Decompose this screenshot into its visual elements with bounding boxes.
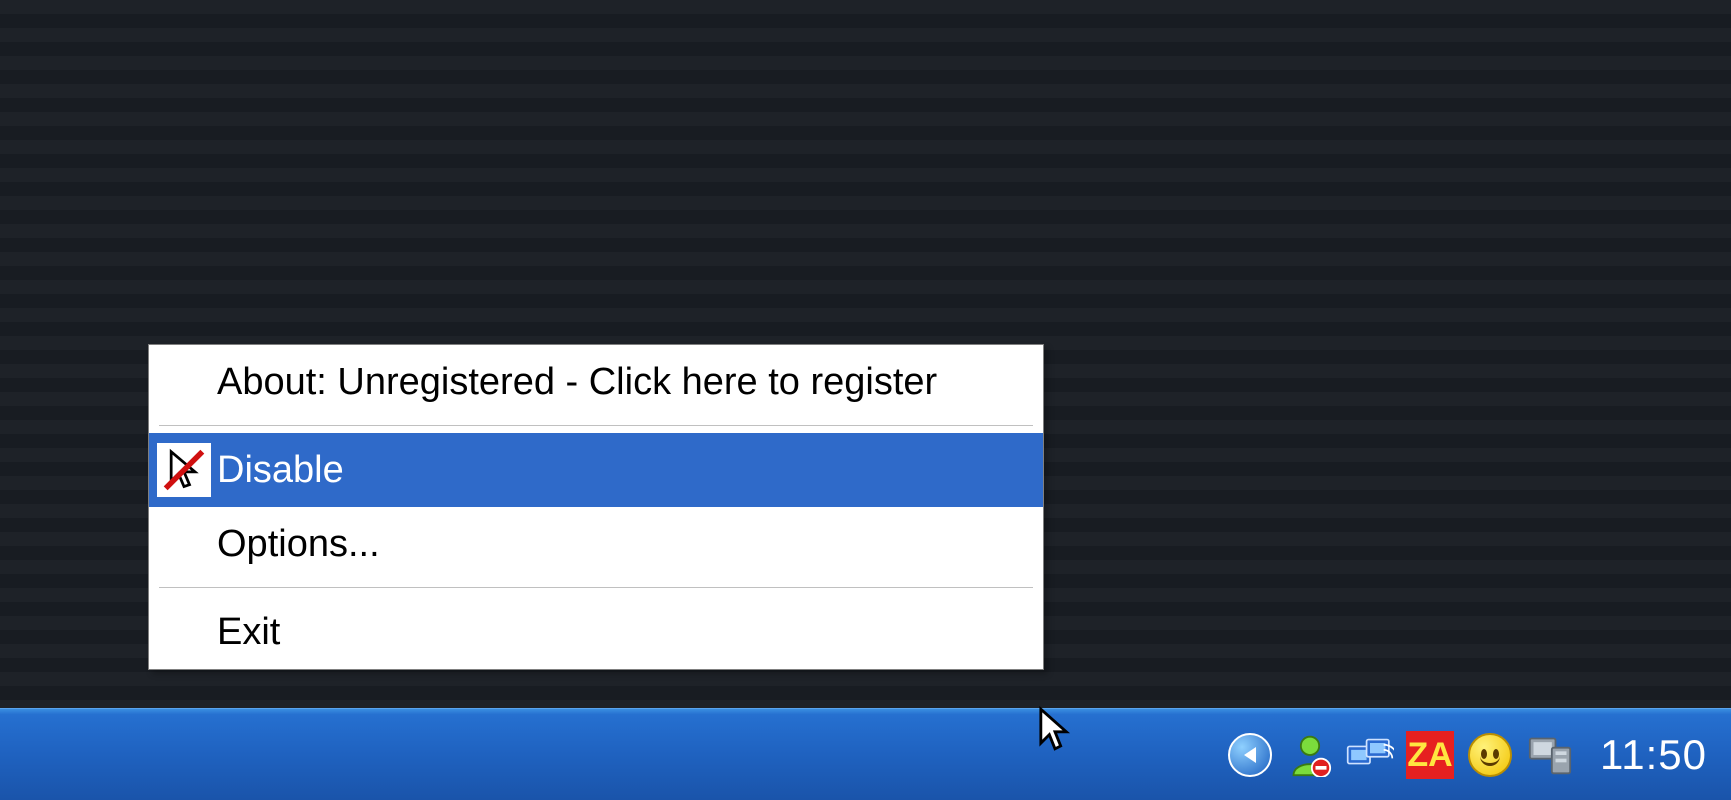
dual-monitor-icon: [1346, 733, 1394, 777]
menu-item-exit[interactable]: Exit: [149, 595, 1043, 669]
hardware-device-icon[interactable]: [1526, 731, 1574, 779]
menu-item-label: About: Unregistered - Click here to regi…: [217, 361, 937, 404]
pc-device-icon: [1526, 733, 1574, 777]
tray-context-menu: About: Unregistered - Click here to regi…: [148, 344, 1044, 670]
menu-item-options[interactable]: Options...: [149, 507, 1043, 581]
messenger-status-icon[interactable]: [1286, 731, 1334, 779]
menu-item-label: Disable: [217, 449, 344, 492]
taskbar: ZA 11:50: [0, 708, 1731, 800]
person-icon: [1288, 733, 1332, 777]
menu-item-label: Exit: [217, 611, 280, 654]
menu-item-label: Options...: [217, 523, 380, 566]
menu-separator: [159, 587, 1033, 589]
za-badge-icon: ZA: [1406, 731, 1454, 779]
disable-cursor-icon: [157, 443, 211, 497]
smiley-icon: [1468, 733, 1512, 777]
menu-item-disable[interactable]: Disable: [149, 433, 1043, 507]
chevron-left-icon: [1228, 733, 1272, 777]
yellow-face-icon[interactable]: [1466, 731, 1514, 779]
menu-item-about-register[interactable]: About: Unregistered - Click here to regi…: [149, 345, 1043, 419]
taskbar-clock[interactable]: 11:50: [1600, 731, 1707, 779]
zonealarm-icon[interactable]: ZA: [1406, 731, 1454, 779]
tray-expand-icon[interactable]: [1226, 731, 1274, 779]
system-tray: ZA 11:50: [1226, 709, 1707, 800]
menu-separator: [159, 425, 1033, 427]
network-connection-icon[interactable]: [1346, 731, 1394, 779]
